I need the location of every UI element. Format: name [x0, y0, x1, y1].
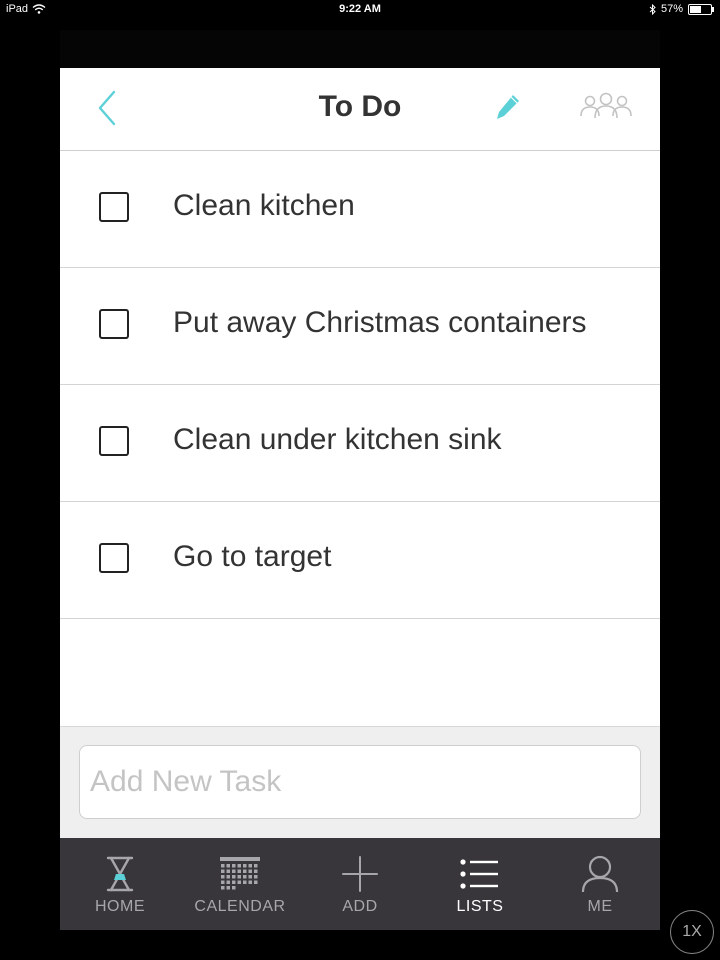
task-label: Put away Christmas containers	[173, 306, 587, 339]
calendar-icon	[220, 857, 260, 890]
edit-button[interactable]	[494, 92, 522, 122]
page-title: To Do	[318, 90, 402, 123]
back-button[interactable]	[94, 88, 124, 128]
hourglass-icon	[106, 856, 134, 892]
task-label: Clean under kitchen sink	[173, 423, 502, 456]
app-window: To Do Clean kitchen Put away Christmas c…	[60, 30, 660, 930]
task-row[interactable]: Clean under kitchen sink	[60, 385, 660, 502]
bluetooth-icon	[649, 3, 656, 15]
battery-icon	[688, 3, 714, 15]
task-checkbox[interactable]	[99, 192, 129, 222]
task-row[interactable]: Clean kitchen	[60, 151, 660, 268]
person-icon	[581, 855, 619, 893]
tab-label: ME	[587, 898, 613, 915]
tab-bar: HOME CALENDAR ADD LISTS ME	[60, 838, 660, 930]
status-time: 9:22 AM	[339, 3, 381, 15]
header: To Do	[60, 68, 660, 151]
task-row[interactable]: Go to target	[60, 502, 660, 619]
tab-lists[interactable]: LISTS	[420, 838, 540, 930]
tab-add[interactable]: ADD	[300, 838, 420, 930]
status-bar: iPad 9:22 AM 57%	[0, 0, 720, 20]
chevron-left-icon	[98, 90, 116, 126]
zoom-badge[interactable]: 1X	[670, 910, 714, 954]
tab-calendar[interactable]: CALENDAR	[180, 838, 300, 930]
task-checkbox[interactable]	[99, 543, 129, 573]
list-icon	[460, 859, 498, 889]
task-checkbox[interactable]	[99, 426, 129, 456]
tab-label: HOME	[95, 898, 145, 915]
add-task-area	[60, 726, 660, 839]
tab-me[interactable]: ME	[540, 838, 660, 930]
tab-label: LISTS	[456, 898, 504, 915]
tab-label: CALENDAR	[194, 898, 286, 915]
pencil-icon	[497, 95, 519, 119]
app-top-band	[60, 30, 660, 68]
people-group-icon	[580, 92, 632, 119]
task-checkbox[interactable]	[99, 309, 129, 339]
battery-percent: 57%	[660, 3, 683, 15]
task-label: Clean kitchen	[173, 189, 355, 222]
share-members-button[interactable]	[578, 92, 634, 124]
task-row[interactable]: Put away Christmas containers	[60, 268, 660, 385]
status-right: 57%	[649, 3, 714, 15]
tab-home[interactable]: HOME	[60, 838, 180, 930]
task-list: Clean kitchen Put away Christmas contain…	[60, 151, 660, 619]
add-task-input[interactable]	[79, 745, 641, 819]
plus-icon	[342, 856, 378, 892]
task-label: Go to target	[173, 540, 332, 573]
tab-label: ADD	[342, 898, 378, 915]
battery-fill	[690, 5, 701, 13]
